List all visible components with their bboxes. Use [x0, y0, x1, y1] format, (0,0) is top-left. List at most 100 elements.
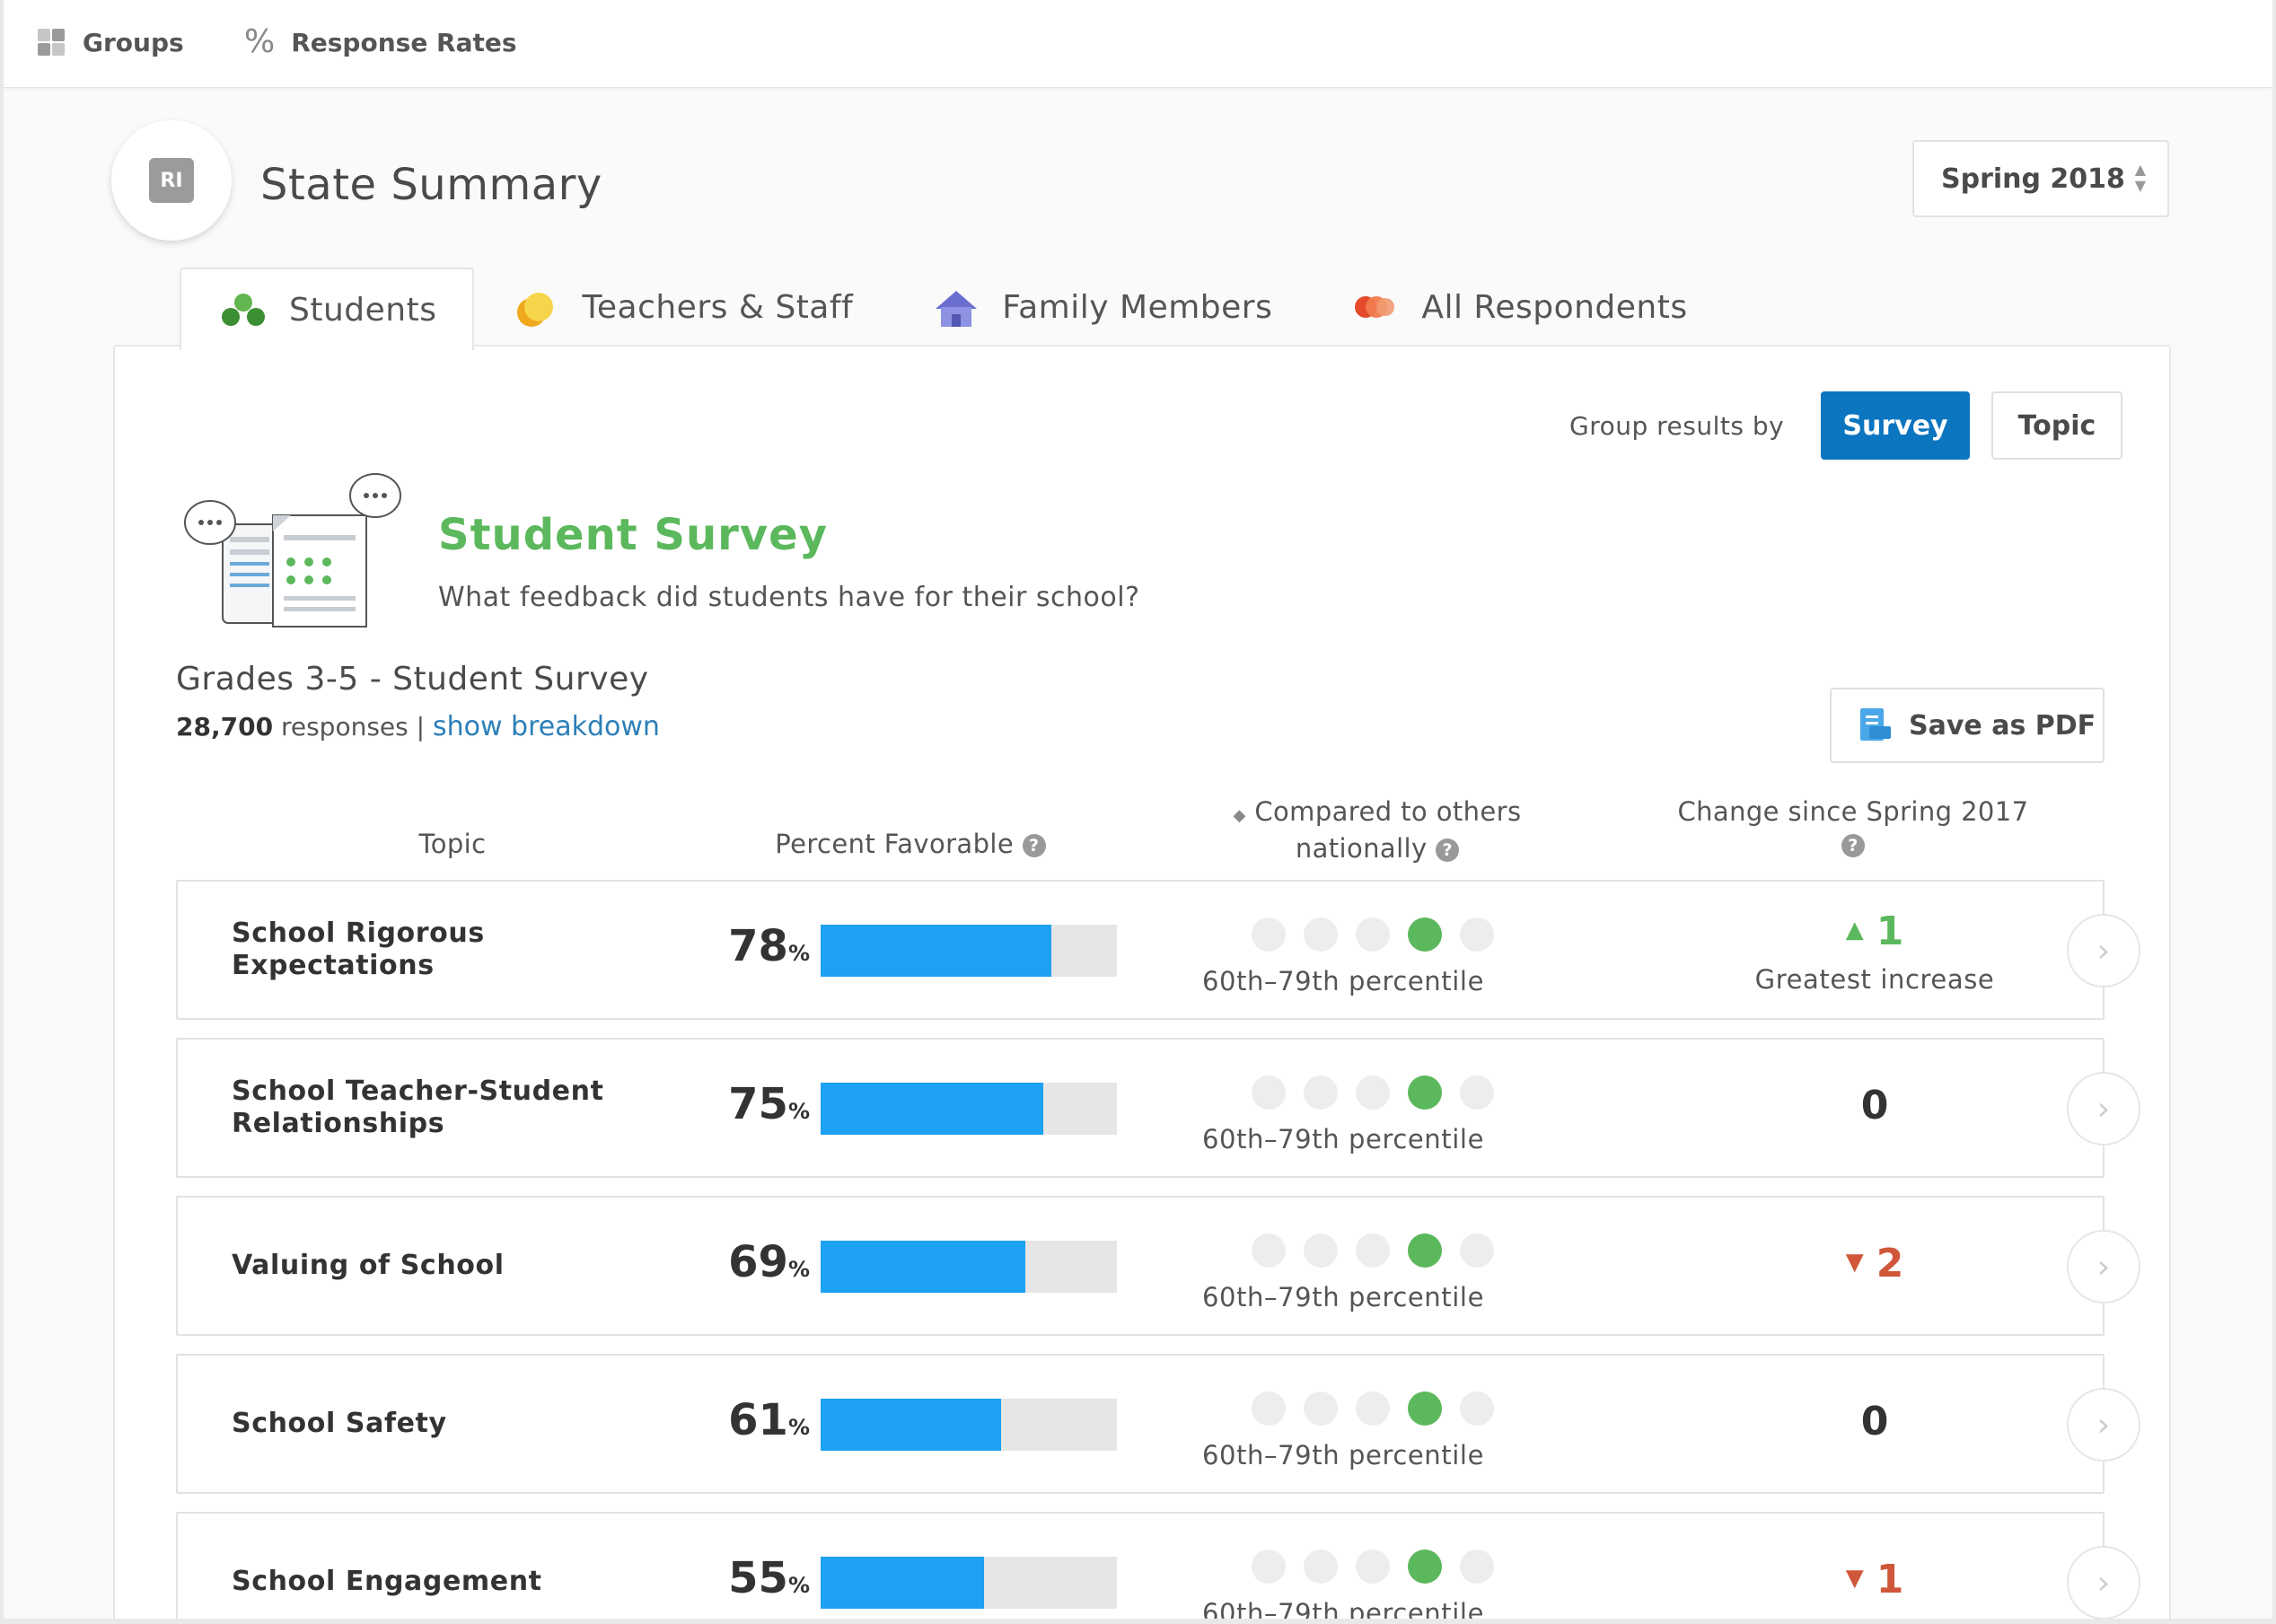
favorable-bar [821, 1083, 1117, 1135]
percentile-dot [1408, 1075, 1442, 1110]
chevron-right-icon[interactable]: › [2067, 1230, 2140, 1304]
students-icon [219, 292, 268, 328]
tab-all-respondents[interactable]: All Respondents [1312, 268, 1727, 347]
table-row[interactable]: School Engagement 55% 60th–79th percentile… [176, 1512, 2140, 1619]
percentile-dot [1356, 917, 1390, 952]
row-topic: School Rigorous Expectations [232, 882, 627, 1018]
row-topic-line-1: School Rigorous [232, 917, 485, 949]
row-percent-sign: % [787, 1257, 810, 1282]
percentile-dot [1408, 1233, 1442, 1268]
favorable-bar [821, 925, 1117, 977]
triangle-down-icon: ▼ [1845, 1565, 1864, 1592]
row-change-value: 1 [1876, 909, 1904, 954]
save-pdf-label: Save as PDF [1909, 709, 2096, 742]
nav-response-rates[interactable]: % Response Rates [244, 26, 517, 58]
percentile-dot [1304, 1233, 1338, 1268]
row-topic-line-1: Valuing of School [232, 1250, 505, 1281]
survey-subtitle: What feedback did students have for thei… [438, 582, 1140, 613]
col-compare-label-1: Compared to others [1254, 796, 1522, 827]
row-percent-value: 78 [728, 921, 788, 971]
tab-family-label: Family Members [1002, 288, 1273, 326]
chevron-right-icon[interactable]: › [2067, 1388, 2140, 1462]
percentile-dot [1460, 917, 1494, 952]
tab-family-members[interactable]: Family Members [892, 268, 1312, 347]
tab-teachers-label: Teachers & Staff [582, 288, 854, 326]
help-icon[interactable]: ? [1841, 834, 1865, 857]
row-percent-value: 75 [728, 1079, 788, 1129]
table-row[interactable]: Valuing of School 69% 60th–79th percentile… [176, 1196, 2140, 1336]
row-change-value: 1 [1876, 1557, 1904, 1602]
show-breakdown-link[interactable]: show breakdown [433, 711, 660, 742]
favorable-bar [821, 1399, 1117, 1451]
grade-survey-title: Grades 3-5 - Student Survey [176, 661, 649, 698]
row-topic: School Safety [232, 1356, 627, 1492]
all-respondents-icon [1351, 289, 1400, 325]
col-change-label: Change since Spring 2017 [1677, 796, 2029, 827]
percentile-dot [1304, 1075, 1338, 1110]
state-badge: RI [149, 158, 194, 203]
percentile-dot [1252, 1391, 1286, 1426]
tab-teachers-staff[interactable]: Teachers & Staff [474, 268, 892, 347]
row-percentile: 60th–79th percentile [1201, 1440, 1485, 1470]
percentile-dot [1356, 1391, 1390, 1426]
row-change: ▼ 1 [1740, 1557, 2009, 1602]
row-change-value: 0 [1860, 1083, 1889, 1128]
row-topic-line-1: School Teacher-Student [232, 1075, 604, 1107]
row-percent-value: 69 [728, 1237, 788, 1287]
column-header-compare[interactable]: ◆ Compared to others nationally ? [1171, 795, 1584, 865]
row-percentile: 60th–79th percentile [1201, 1124, 1485, 1154]
row-change-value: 0 [1860, 1399, 1889, 1444]
percentile-dot [1460, 1549, 1494, 1584]
percentile-dot [1252, 1549, 1286, 1584]
grid-icon [36, 27, 66, 57]
sort-icon: ◆ [1233, 806, 1246, 825]
survey-illustration [183, 472, 408, 634]
percentile-dot [1408, 1391, 1442, 1426]
help-icon[interactable]: ? [1436, 838, 1460, 862]
percentile-dot [1460, 1391, 1494, 1426]
column-header-change: Change since Spring 2017 ? [1656, 795, 2051, 860]
favorable-bar [821, 1557, 1117, 1609]
row-percentile: 60th–79th percentile [1201, 966, 1485, 996]
term-value: Spring 2018 [1941, 162, 2125, 195]
row-percent: 78% [728, 921, 810, 971]
home-icon [932, 289, 980, 327]
row-percentile: 60th–79th percentile [1201, 1598, 1485, 1619]
table-row[interactable]: School Rigorous Expectations 78% 60th–79th … [176, 880, 2140, 1020]
chevron-right-icon[interactable]: › [2067, 1072, 2140, 1146]
top-bar: Groups % Response Rates [4, 0, 2272, 88]
percentile-dot [1356, 1233, 1390, 1268]
response-count: 28,700 [176, 712, 274, 742]
favorable-bar-fill [821, 925, 1052, 977]
save-pdf-button[interactable]: Save as PDF [1830, 688, 2105, 763]
percentile-dot [1356, 1549, 1390, 1584]
pdf-icon [1857, 707, 1893, 744]
group-by-topic-button[interactable]: Topic [1991, 391, 2122, 460]
help-icon[interactable]: ? [1022, 834, 1046, 857]
nav-groups-label: Groups [83, 27, 184, 57]
percentile-dot [1304, 1391, 1338, 1426]
percentile-dot [1304, 1549, 1338, 1584]
tab-students[interactable]: Students [180, 268, 475, 350]
row-change: 0 [1740, 1399, 2009, 1444]
chevron-right-icon[interactable]: › [2067, 1546, 2140, 1619]
percentile-dot [1304, 917, 1338, 952]
table-row[interactable]: School Teacher-Student Relationships 75% 60… [176, 1038, 2140, 1178]
nav-rates-label: Response Rates [291, 27, 517, 57]
term-select[interactable]: Spring 2018 ▲ ▼ [1912, 140, 2169, 217]
percentile-dot [1408, 1549, 1442, 1584]
survey-title: Student Survey [438, 510, 828, 560]
row-percent: 69% [728, 1237, 810, 1287]
nav-groups[interactable]: Groups [36, 27, 184, 57]
row-change: ▲ 1 [1740, 909, 2009, 954]
column-header-percent: Percent Favorable ? [740, 828, 1081, 860]
respondent-tabs: Students Teachers & Staff Family Members [180, 268, 1727, 350]
favorable-bar-fill [821, 1241, 1025, 1293]
group-by-survey-button[interactable]: Survey [1821, 391, 1970, 460]
col-compare-label-2: nationally [1295, 833, 1428, 864]
chevron-right-icon[interactable]: › [2067, 914, 2140, 988]
triangle-down-icon: ▼ [1845, 1249, 1864, 1276]
row-topic-line-1: School Engagement [232, 1566, 542, 1597]
row-change-value: 2 [1876, 1241, 1904, 1286]
table-row[interactable]: School Safety 61% 60th–79th percentile 0 › [176, 1354, 2140, 1494]
